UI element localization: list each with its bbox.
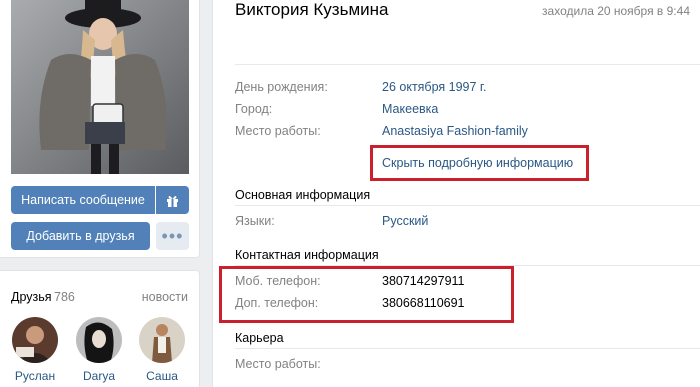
divider — [235, 64, 700, 65]
friend-avatar[interactable] — [12, 317, 58, 363]
city-label: Город: — [235, 102, 273, 116]
last-seen-status: заходила 20 ноября в 9:44 — [542, 4, 690, 18]
highlight-box-contacts — [219, 266, 514, 323]
send-message-label: Написать сообщение — [21, 193, 145, 207]
profile-info-card: Виктория Кузьмина заходила 20 ноября в 9… — [212, 0, 700, 387]
friend-avatar[interactable] — [76, 317, 122, 363]
friend-item[interactable]: Руслан — [7, 317, 63, 383]
profile-photo[interactable] — [11, 0, 189, 174]
languages-value[interactable]: Русский — [382, 214, 428, 228]
workplace-label: Место работы: — [235, 124, 321, 138]
friends-card: Друзья 786 новости Руслан Darya Саша — [0, 270, 200, 387]
profile-left-card: Написать сообщение Добавить в друзья ••• — [0, 0, 200, 258]
career-title: Карьера — [235, 331, 284, 345]
profile-name: Виктория Кузьмина — [235, 0, 389, 19]
send-message-button[interactable]: Написать сообщение — [11, 186, 155, 214]
contacts-title: Контактная информация — [235, 248, 379, 262]
friend-avatar[interactable] — [139, 317, 185, 363]
divider — [235, 205, 700, 206]
friends-news-link[interactable]: новости — [142, 290, 188, 304]
friends-title[interactable]: Друзья — [11, 290, 52, 304]
birthday-value[interactable]: 26 октября 1997 г. — [382, 80, 486, 94]
friend-item[interactable]: Darya — [71, 317, 127, 383]
friend-name[interactable]: Руслан — [7, 369, 63, 383]
birthday-label: День рождения: — [235, 80, 328, 94]
add-friend-button[interactable]: Добавить в друзья — [11, 222, 150, 250]
more-dots-icon: ••• — [161, 225, 184, 246]
friend-item[interactable]: Саша — [134, 317, 190, 383]
add-friend-label: Добавить в друзья — [26, 229, 135, 243]
profile-photo-image — [11, 0, 189, 174]
city-value[interactable]: Макеевка — [382, 102, 438, 116]
gift-button[interactable] — [156, 186, 189, 214]
gift-icon — [167, 195, 178, 207]
friend-name[interactable]: Саша — [134, 369, 190, 383]
career-workplace-label: Место работы: — [235, 357, 321, 371]
divider — [235, 348, 700, 349]
workplace-value[interactable]: Anastasiya Fashion-family — [382, 124, 528, 138]
friends-count: 786 — [54, 290, 75, 304]
more-actions-button[interactable]: ••• — [156, 222, 189, 250]
highlight-box-details — [370, 145, 589, 181]
friend-name[interactable]: Darya — [71, 369, 127, 383]
basic-info-title: Основная информация — [235, 188, 371, 202]
languages-label: Языки: — [235, 214, 275, 228]
